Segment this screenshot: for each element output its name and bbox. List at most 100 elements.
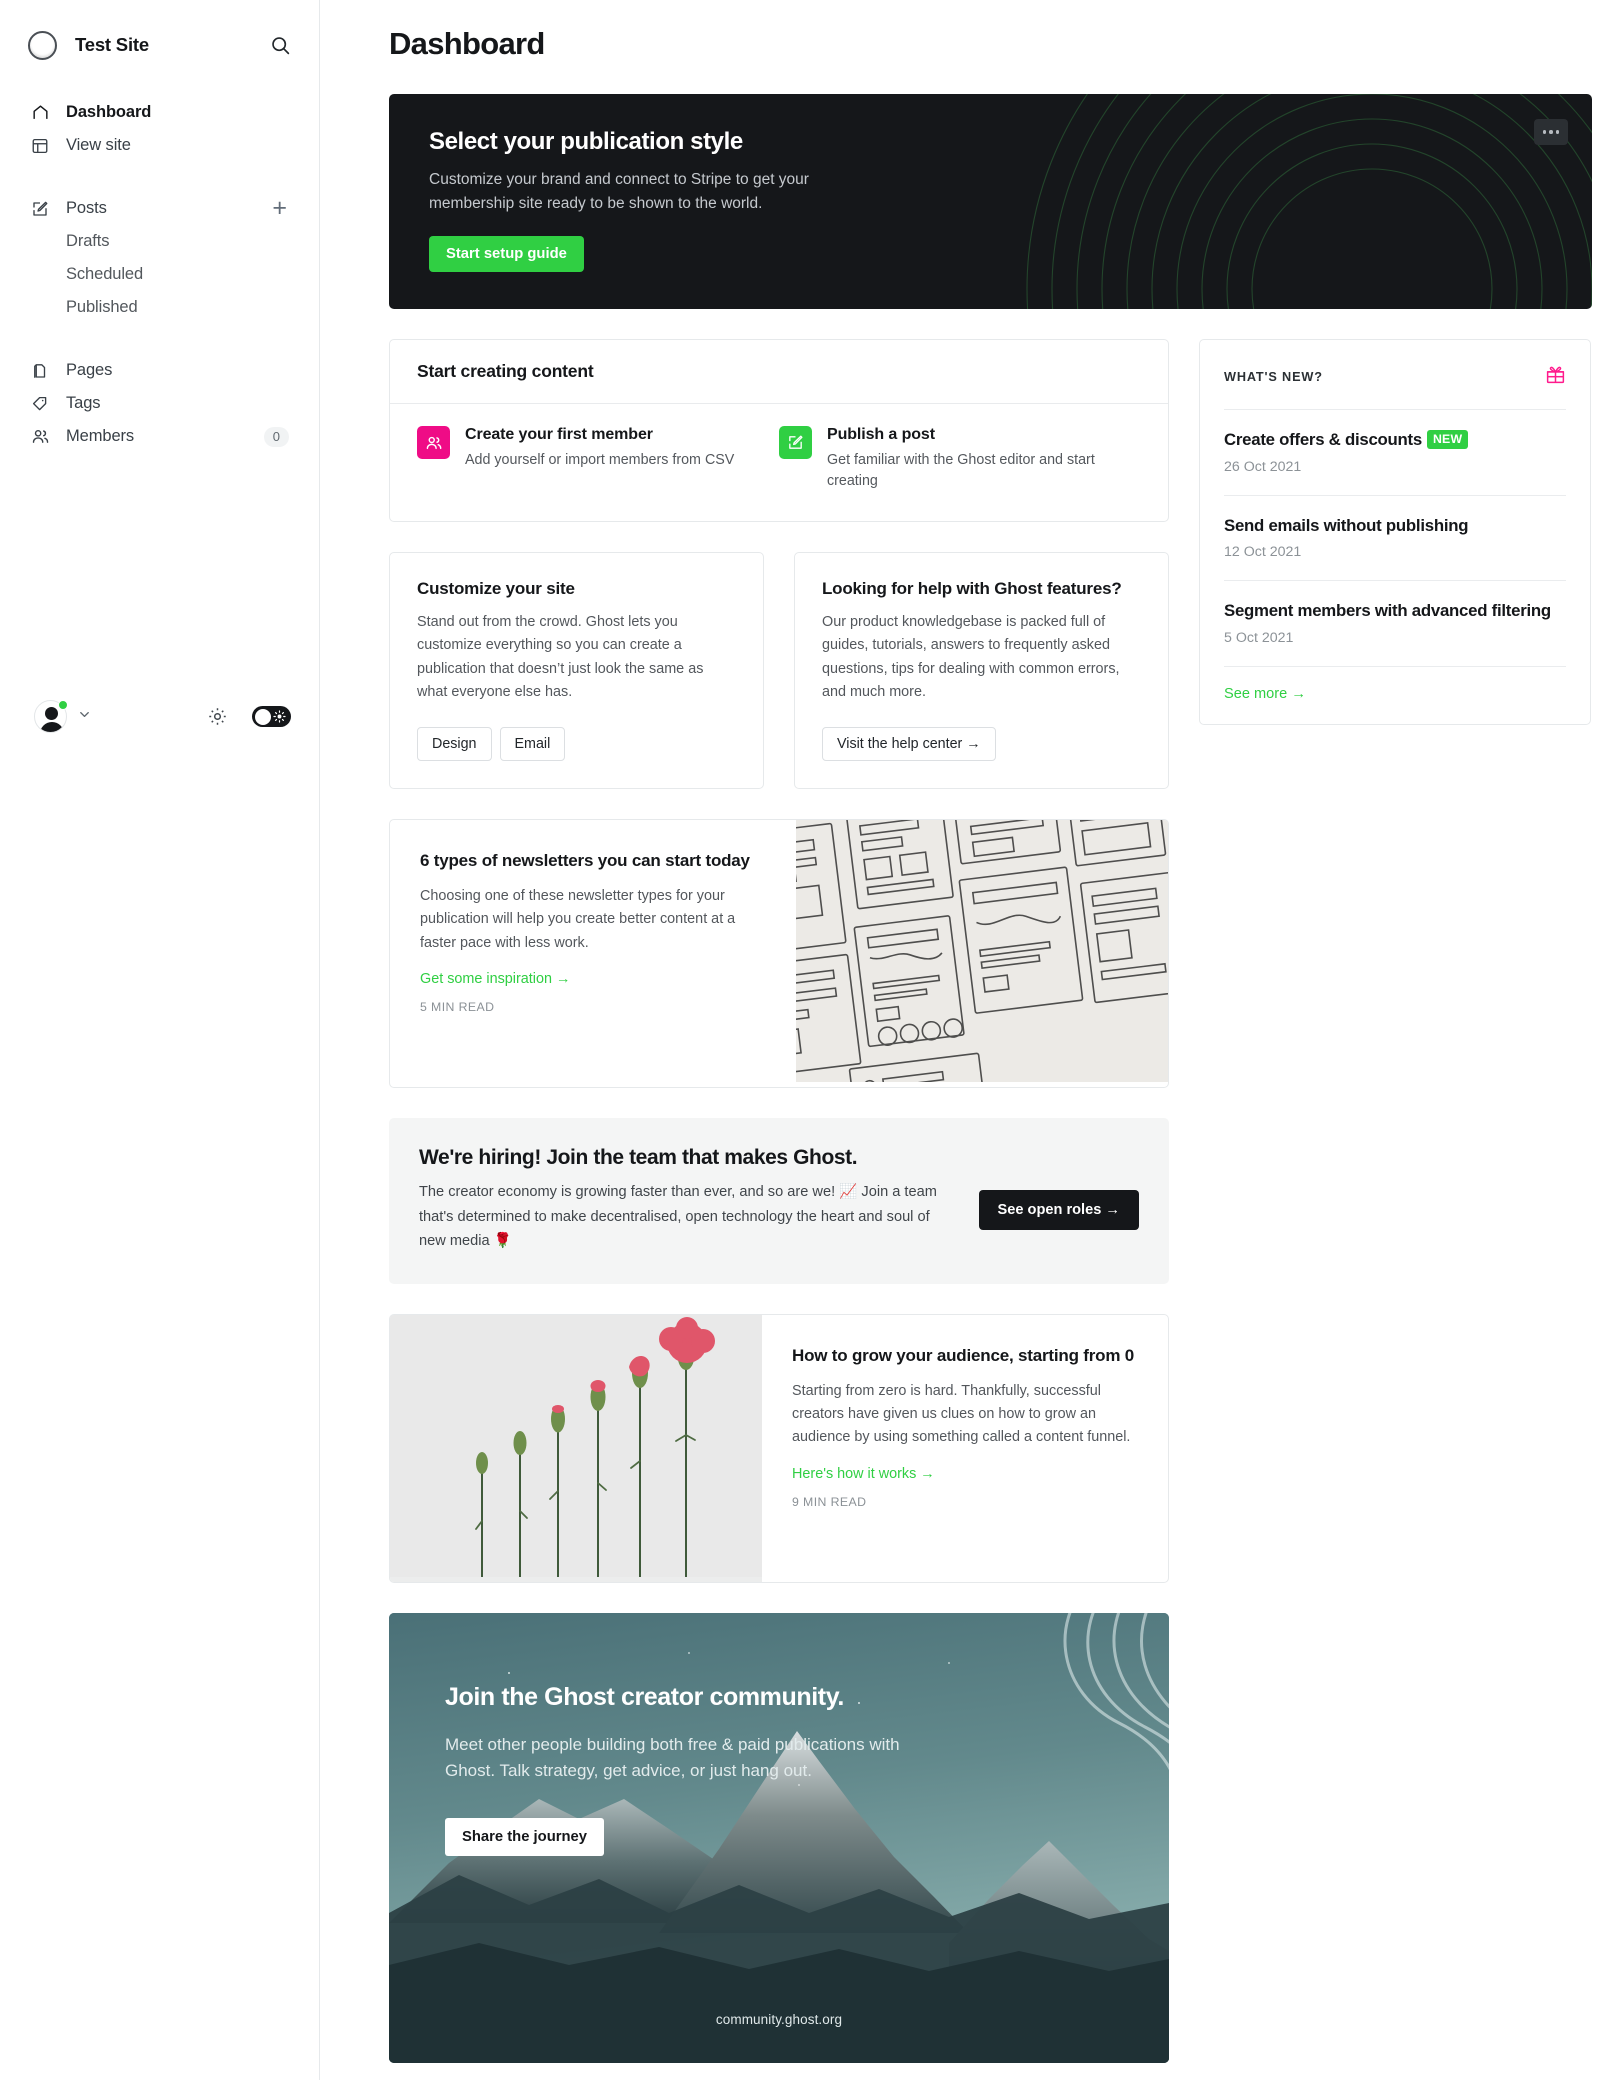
sidebar-item-drafts[interactable]: Drafts [20,225,299,258]
info-cards-row: Customize your site Stand out from the c… [389,551,1169,790]
article-link[interactable]: Here's how it works → [792,1466,1138,1482]
item-title-text: Send emails without publishing [1224,515,1469,535]
item-title: Send emails without publishing [1224,515,1566,538]
card-title: Looking for help with Ghost features? [822,578,1122,598]
sun-icon [273,710,286,728]
sidebar-item-label: Scheduled [66,265,144,283]
sidebar-item-label: Tags [66,394,101,412]
sidebar-item-posts[interactable]: Posts + [20,192,299,225]
article-text: 6 types of newsletters you can start tod… [390,820,796,1087]
app-root: Test Site Dashboard View site Posts + Dr… [0,0,1611,2080]
hiring-title: We're hiring! Join the team that makes G… [419,1146,858,1170]
sidebar-item-view-site[interactable]: View site [20,129,299,162]
page-title: Dashboard [389,26,545,61]
item-date: 26 Oct 2021 [1224,458,1302,475]
sidebar-item-published[interactable]: Published [20,291,299,324]
sidebar-item-pages[interactable]: Pages [20,354,299,387]
whats-new-heading: WHAT'S NEW? [1224,370,1323,384]
article-link[interactable]: Get some inspiration → [420,971,766,987]
tag-icon [31,395,53,413]
content-columns: Start creating content Create your first… [370,339,1591,2080]
card-heading: Start creating content [390,340,1168,404]
email-button[interactable]: Email [499,727,566,762]
sidebar-item-tags[interactable]: Tags [20,387,299,420]
sidebar-item-label: Published [66,298,138,316]
article-image-wireframes [796,820,1168,1088]
online-dot-icon [58,700,68,710]
design-button[interactable]: Design [417,727,492,762]
create-first-member-item[interactable]: Create your first member Add yourself or… [417,426,779,493]
item-text: Publish a post Get familiar with the Gho… [827,426,1119,493]
sidebar-item-dashboard[interactable]: Dashboard [20,96,299,129]
article-card-newsletters[interactable]: 6 types of newsletters you can start tod… [389,819,1169,1089]
community-banner: Join the Ghost creator community. Meet o… [389,1612,1169,2063]
card-actions: Visit the help center → [822,727,1141,762]
home-icon [31,103,53,122]
sidebar-item-label: Members [66,427,135,445]
community-title: Join the Ghost creator community. [445,1682,844,1711]
hiring-banner: We're hiring! Join the team that makes G… [389,1118,1169,1284]
article-read-time: 5 MIN READ [420,1000,495,1015]
item-text: Create your first member Add yourself or… [465,426,734,493]
item-description: Get familiar with the Ghost editor and s… [827,452,1095,490]
item-title: Create your first member [465,426,653,443]
circle-logo-icon [28,30,57,60]
whats-new-item[interactable]: Segment members with advanced filtering … [1224,580,1566,666]
brand-row: Test Site [0,14,319,76]
card-title: Customize your site [417,578,575,598]
sidebar-item-label: Dashboard [66,103,152,121]
whats-new-header: WHAT'S NEW? [1224,340,1566,409]
item-title: Publish a post [827,426,935,443]
whats-new-item[interactable]: Create offers & discounts NEW 26 Oct 2021 [1224,409,1566,495]
customize-site-card: Customize your site Stand out from the c… [389,551,764,790]
card-actions: Design Email [417,727,736,762]
visit-help-center-button[interactable]: Visit the help center → [822,727,996,762]
start-creating-content-card: Start creating content Create your first… [389,339,1169,522]
toggle-knob [254,708,271,725]
sidebar: Test Site Dashboard View site Posts + Dr… [0,0,320,2080]
help-center-card: Looking for help with Ghost features? Ou… [794,551,1169,790]
hero-title: Select your publication style [429,128,743,155]
members-icon [417,426,450,459]
avatar[interactable] [34,700,68,733]
ellipsis-dot [1542,130,1547,134]
site-title: Test Site [75,34,149,55]
item-title: Create offers & discounts NEW [1224,429,1566,452]
members-count-badge: 0 [263,426,289,447]
share-the-journey-button[interactable]: Share the journey [445,1818,604,1857]
hero-options-button[interactable] [1534,119,1568,145]
sidebar-item-label: Pages [66,361,113,379]
ellipsis-dot [1555,130,1560,134]
card-body-text: Our product knowledgebase is packed full… [822,613,1120,700]
gift-icon[interactable] [1545,364,1566,390]
whats-new-item[interactable]: Send emails without publishing 12 Oct 20… [1224,494,1566,581]
right-column: WHAT'S NEW? Create offers & discounts NE… [1199,339,1591,2080]
page-icon [31,362,53,380]
sidebar-item-label: Drafts [66,232,110,250]
see-open-roles-button[interactable]: See open roles → [978,1190,1139,1231]
item-date: 5 Oct 2021 [1224,629,1294,646]
hiring-text: We're hiring! Join the team that makes G… [419,1146,979,1254]
article-excerpt: Starting from zero is hard. Thankfully, … [792,1382,1131,1446]
item-description: Add yourself or import members from CSV [465,452,735,468]
gear-icon[interactable] [204,704,230,730]
sidebar-item-members[interactable]: Members 0 [20,420,299,453]
chevron-down-icon[interactable] [77,707,92,727]
whats-new-panel: WHAT'S NEW? Create offers & discounts NE… [1199,339,1591,725]
article-excerpt: Choosing one of these newsletter types f… [420,888,736,951]
article-card-audience[interactable]: How to grow your audience, starting from… [389,1313,1169,1583]
plus-icon[interactable]: + [272,196,287,221]
search-icon[interactable] [267,32,293,58]
sidebar-item-scheduled[interactable]: Scheduled [20,258,299,291]
see-more-link[interactable]: See more → [1224,665,1566,724]
start-setup-guide-button[interactable]: Start setup guide [429,236,584,273]
sidebar-nav: Dashboard View site Posts + Drafts Sched… [0,96,319,453]
layout-icon [31,137,53,155]
publish-a-post-item[interactable]: Publish a post Get familiar with the Gho… [779,426,1141,493]
sidebar-item-label: Posts [66,199,107,217]
item-title-text: Create offers & discounts [1224,430,1422,449]
edit-square-icon [31,200,53,218]
dark-mode-toggle[interactable] [252,706,291,727]
